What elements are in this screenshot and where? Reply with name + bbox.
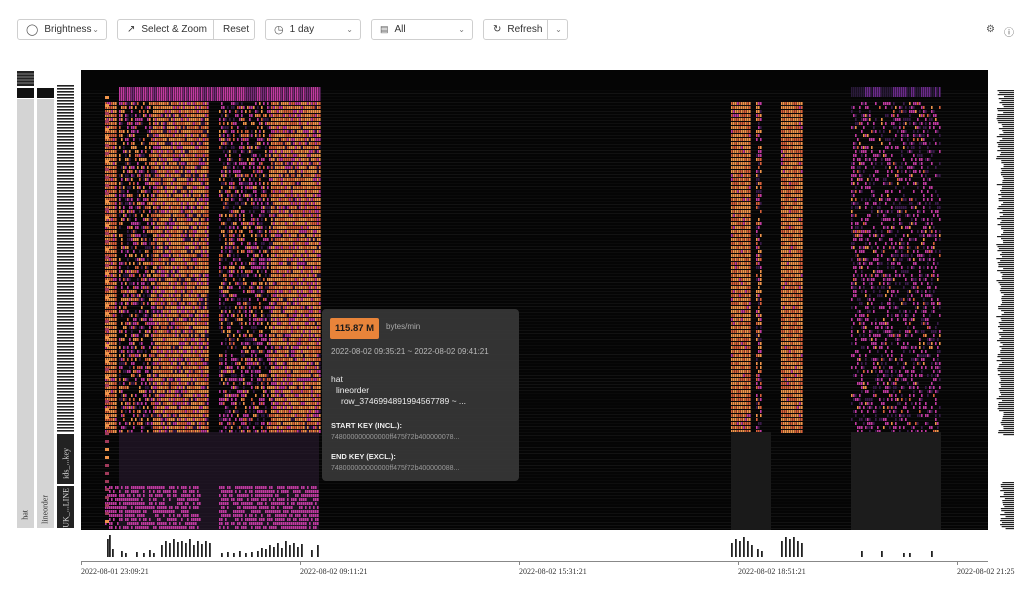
hat-axis-block [17, 99, 34, 528]
tooltip-row: row_3746994891994567789 ~ ... [341, 396, 467, 406]
time-tick [957, 561, 958, 565]
bar-chart-icon: ▤ [380, 24, 389, 34]
end-key-value: 748000000000000ff475f72b400000088... [331, 465, 460, 472]
chevron-down-icon: ⌄ [346, 25, 353, 34]
time-range-select[interactable]: ◷ 1 day ⌄ [265, 19, 361, 40]
lineorder-axis-label: lineorder [40, 495, 50, 524]
metric-value: All [394, 24, 406, 35]
tooltip-db: hat [331, 374, 343, 384]
select-zoom-label: Select & Zoom [141, 24, 207, 35]
time-tick-label: 2022-08-02 18:51:21 [738, 567, 806, 576]
start-key-value: 748000000000000ff475f72b400000078... [331, 434, 460, 441]
heatmap-tooltip: 115.87 M bytes/min 2022-08-02 09:35:21 ~… [322, 309, 519, 481]
reset-button[interactable]: Reset [213, 20, 254, 39]
brightness-dropdown[interactable]: ◯ Brightness ⌄ [17, 19, 107, 40]
tooltip-table: lineorder [336, 385, 370, 395]
uk-line-axis-label: UK_...LINE [61, 488, 71, 528]
metric-select[interactable]: ▤ All ⌄ [371, 19, 473, 40]
refresh-options-button[interactable]: ⌄ [547, 20, 567, 39]
bottom-histogram [107, 535, 933, 557]
expand-arrows-icon: ↗ [127, 24, 136, 35]
start-key-label: START KEY (INCL.): [331, 421, 402, 430]
gear-icon[interactable]: ⚙ [986, 24, 995, 39]
right-histogram [996, 90, 1014, 530]
end-key-label: END KEY (EXCL.): [331, 452, 396, 461]
time-tick [81, 561, 82, 565]
brightness-label: Brightness [44, 24, 92, 35]
time-axis [81, 561, 988, 562]
refresh-button[interactable]: ↻ Refresh [484, 20, 547, 39]
hat-axis-label: hat [20, 510, 30, 520]
refresh-label: Refresh [507, 24, 543, 35]
tooltip-time-range: 2022-08-02 09:35:21 ~ 2022-08-02 09:41:2… [331, 347, 489, 356]
select-zoom-button[interactable]: ↗ Select & Zoom [118, 20, 213, 39]
heatmap[interactable] [81, 70, 988, 530]
time-tick [300, 561, 301, 565]
tooltip-path: hat lineorder row_3746994891994567789 ~ … [331, 374, 466, 407]
time-range-value: 1 day [289, 24, 315, 35]
lineorder-axis-block [37, 99, 54, 528]
refresh-icon: ↻ [493, 24, 502, 35]
refresh-button-group: ↻ Refresh ⌄ [483, 19, 568, 40]
time-tick [519, 561, 520, 565]
chevron-down-icon: ⌄ [555, 25, 562, 34]
lightbulb-icon: ◯ [26, 24, 39, 36]
top-right-icons: ⚙ ⓘ [986, 24, 1014, 39]
time-tick-label: 2022-08-02 15:31:21 [519, 567, 587, 576]
time-tick-label: 2022-08-02 21:25 [957, 567, 1015, 576]
ids-key-axis-label: ids_...key [61, 448, 71, 479]
time-tick-label: 2022-08-01 23:09:21 [81, 567, 149, 576]
chevron-down-icon: ⌄ [458, 25, 465, 34]
chevron-down-icon: ⌄ [92, 25, 99, 34]
time-tick-label: 2022-08-02 09:11:21 [300, 567, 368, 576]
reset-label: Reset [223, 24, 250, 35]
tooltip-unit: bytes/min [386, 322, 421, 331]
tooltip-value: 115.87 M [330, 318, 380, 339]
time-tick [738, 561, 739, 565]
zoom-button-group: ↗ Select & Zoom Reset [117, 19, 255, 40]
help-icon[interactable]: ⓘ [1004, 24, 1014, 39]
clock-icon: ◷ [274, 24, 284, 36]
